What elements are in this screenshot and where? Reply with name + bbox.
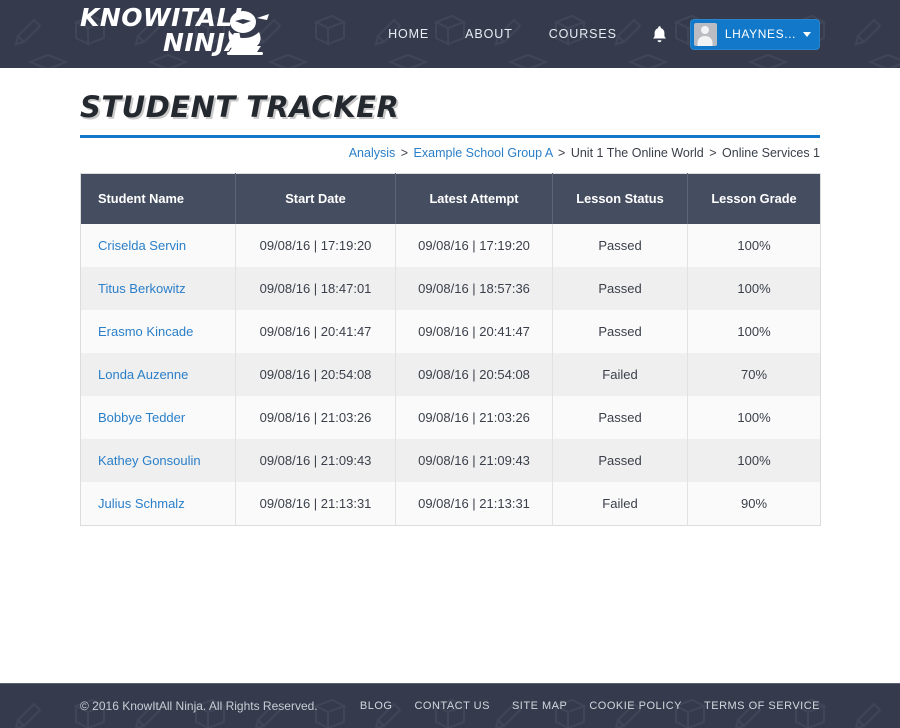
column-header-lesson-status[interactable]: Lesson Status (552, 173, 688, 224)
site-footer: © 2016 KnowItAll Ninja. All Rights Reser… (0, 683, 900, 728)
cell-latest-attempt: 09/08/16 | 21:09:43 (395, 438, 553, 482)
cell-latest-attempt: 09/08/16 | 17:19:20 (395, 223, 553, 267)
footer-link-site-map[interactable]: SITE MAP (512, 700, 567, 712)
cell-lesson-grade: 100% (737, 237, 771, 253)
cell-student-name: Criselda Servin (80, 223, 236, 267)
site-logo[interactable]: KNOWITALL NINJA (80, 5, 273, 58)
table-row: Bobbye Tedder 09/08/16 | 21:03:26 09/08/… (80, 395, 821, 439)
cell-student-name: Bobbye Tedder (80, 395, 236, 439)
cell-latest-attempt: 09/08/16 | 18:57:36 (395, 266, 553, 310)
cell-latest-attempt: 09/08/16 | 21:03:26 (395, 395, 553, 439)
cell-lesson-grade: 100% (737, 409, 771, 425)
student-link[interactable]: Kathey Gonsoulin (98, 453, 201, 468)
table-row: Erasmo Kincade 09/08/16 | 20:41:47 09/08… (80, 309, 821, 353)
user-menu-label: LHAYNES... (724, 27, 796, 41)
breadcrumb-separator-3: > (709, 146, 717, 160)
title-divider (80, 135, 820, 138)
table-row: Titus Berkowitz 09/08/16 | 18:47:01 09/0… (80, 266, 821, 310)
footer-link-terms-of-service[interactable]: TERMS OF SERVICE (704, 700, 820, 712)
cell-start-date: 09/08/16 | 21:13:31 (235, 481, 396, 525)
breadcrumb: Analysis > Example School Group A > Unit… (80, 146, 820, 160)
cell-lesson-status: Passed (552, 395, 688, 439)
table-row: Julius Schmalz 09/08/16 | 21:13:31 09/08… (80, 481, 821, 525)
breadcrumb-item-unit: Unit 1 The Online World (570, 146, 704, 160)
table-row: Kathey Gonsoulin 09/08/16 | 21:09:43 09/… (80, 438, 821, 482)
cell-student-name: Julius Schmalz (80, 481, 236, 525)
cell-start-date: 09/08/16 | 21:09:43 (235, 438, 396, 482)
breadcrumb-separator-2: > (558, 146, 566, 160)
cell-lesson-status: Passed (552, 309, 688, 353)
cell-latest-attempt: 09/08/16 | 21:13:31 (395, 481, 553, 525)
cell-lesson-status: Passed (552, 438, 688, 482)
column-header-start-date[interactable]: Start Date (235, 173, 396, 224)
site-header: KNOWITALL NINJA HOME ABOUT COURSES LHAYN… (0, 0, 900, 68)
notification-bell-icon (652, 25, 666, 42)
chevron-down-icon (803, 31, 811, 37)
cell-start-date: 09/08/16 | 21:03:26 (235, 395, 396, 439)
breadcrumb-item-school-group[interactable]: Example School Group A (414, 146, 553, 160)
footer-link-blog[interactable]: BLOG (360, 700, 393, 712)
cell-latest-attempt: 09/08/16 | 20:54:08 (395, 352, 553, 396)
cell-lesson-grade: 100% (737, 280, 771, 296)
student-link[interactable]: Erasmo Kincade (98, 324, 193, 339)
table-body: Criselda Servin 09/08/16 | 17:19:20 09/0… (80, 223, 821, 525)
main-content: STUDENT TRACKER Analysis > Example Schoo… (0, 90, 900, 526)
cell-start-date: 09/08/16 | 18:47:01 (235, 266, 396, 310)
nav-item-home[interactable]: HOME (370, 19, 447, 49)
page-title: STUDENT TRACKER (80, 90, 400, 124)
user-menu-button[interactable]: LHAYNES... (689, 18, 820, 50)
cell-lesson-status: Failed (552, 352, 688, 396)
table-header: Student Name Start Date Latest Attempt L… (80, 173, 821, 224)
cell-student-name: Londa Auzenne (80, 352, 236, 396)
student-tracker-table: Student Name Start Date Latest Attempt L… (80, 173, 821, 526)
copyright-text: © 2016 KnowItAll Ninja. All Rights Reser… (80, 699, 318, 713)
column-header-latest-attempt[interactable]: Latest Attempt (395, 173, 553, 224)
main-navigation: HOME ABOUT COURSES LHAYNES... (370, 0, 820, 68)
cell-latest-attempt: 09/08/16 | 20:41:47 (395, 309, 553, 353)
cell-lesson-grade: 100% (737, 323, 771, 339)
cell-start-date: 09/08/16 | 17:19:20 (235, 223, 396, 267)
breadcrumb-separator-1: > (400, 146, 409, 160)
student-link[interactable]: Julius Schmalz (98, 496, 185, 511)
cell-lesson-status: Passed (552, 223, 688, 267)
breadcrumb-item-analysis[interactable]: Analysis (349, 146, 396, 160)
column-header-student-name[interactable]: Student Name (80, 173, 236, 224)
footer-links: BLOG CONTACT US SITE MAP COOKIE POLICY T… (360, 700, 820, 712)
cell-student-name: Kathey Gonsoulin (80, 438, 236, 482)
student-link[interactable]: Titus Berkowitz (98, 281, 186, 296)
footer-link-cookie-policy[interactable]: COOKIE POLICY (589, 700, 682, 712)
cell-start-date: 09/08/16 | 20:41:47 (235, 309, 396, 353)
footer-link-contact-us[interactable]: CONTACT US (414, 700, 490, 712)
cell-lesson-grade: 70% (740, 366, 768, 382)
cell-lesson-status: Failed (552, 481, 688, 525)
cell-student-name: Erasmo Kincade (80, 309, 236, 353)
cell-student-name: Titus Berkowitz (80, 266, 236, 310)
student-link[interactable]: Bobbye Tedder (98, 410, 185, 425)
ninja-mascot-icon (227, 11, 270, 55)
cell-start-date: 09/08/16 | 20:54:08 (235, 352, 396, 396)
column-header-lesson-grade[interactable]: Lesson Grade (687, 173, 821, 224)
user-avatar-icon (693, 22, 717, 46)
breadcrumb-item-lesson: Online Services 1 (722, 146, 820, 160)
table-row: Criselda Servin 09/08/16 | 17:19:20 09/0… (80, 223, 821, 267)
cell-lesson-status: Passed (552, 266, 688, 310)
cell-lesson-grade: 90% (740, 495, 768, 511)
table-header-row: Student Name Start Date Latest Attempt L… (80, 173, 821, 224)
nav-item-courses[interactable]: COURSES (531, 19, 635, 49)
student-link[interactable]: Criselda Servin (98, 238, 186, 253)
notifications-button[interactable] (635, 19, 682, 50)
table-row: Londa Auzenne 09/08/16 | 20:54:08 09/08/… (80, 352, 821, 396)
student-link[interactable]: Londa Auzenne (98, 367, 188, 382)
cell-lesson-grade: 100% (737, 452, 771, 468)
nav-item-about[interactable]: ABOUT (447, 19, 531, 49)
